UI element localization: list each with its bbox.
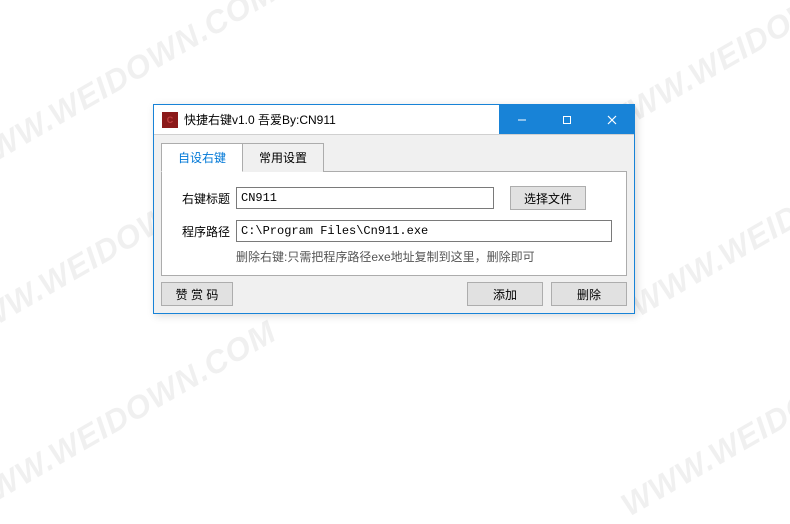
close-button[interactable] [589,105,634,134]
tab-strip: 自设右键 常用设置 [161,143,627,172]
delete-button[interactable]: 删除 [551,282,627,306]
tab-common-settings[interactable]: 常用设置 [242,143,324,172]
minimize-icon [517,115,527,125]
window-controls [499,105,634,134]
reward-code-button[interactable]: 赞 赏 码 [161,282,233,306]
bottom-bar: 赞 赏 码 添加 删除 [161,282,627,306]
tab-custom-rightclick[interactable]: 自设右键 [161,143,243,172]
label-path: 程序路径 [174,223,230,240]
maximize-icon [562,115,572,125]
titlebar[interactable]: C 快捷右键v1.0 吾爱By:CN911 [154,105,634,135]
select-file-button[interactable]: 选择文件 [510,186,586,210]
watermark: WWW.WEIDOWN.COM [625,113,790,324]
label-title: 右键标题 [174,190,230,207]
row-title: 右键标题 选择文件 [174,186,614,210]
hint-text: 删除右键:只需把程序路径exe地址复制到这里，删除即可 [236,248,614,265]
app-window: C 快捷右键v1.0 吾爱By:CN911 自设右键 常用设置 右键标题 选择文… [153,104,635,314]
close-icon [607,115,617,125]
app-icon: C [162,112,178,128]
maximize-button[interactable] [544,105,589,134]
tab-panel: 右键标题 选择文件 程序路径 删除右键:只需把程序路径exe地址复制到这里，删除… [161,171,627,276]
minimize-button[interactable] [499,105,544,134]
add-button[interactable]: 添加 [467,282,543,306]
row-path: 程序路径 [174,220,614,242]
input-program-path[interactable] [236,220,612,242]
watermark: WWW.WEIDOWN.COM [615,313,790,524]
input-rightclick-title[interactable] [236,187,494,209]
watermark: WWW.WEIDOWN.COM [0,313,283,524]
window-title: 快捷右键v1.0 吾爱By:CN911 [184,111,499,128]
client-area: 自设右键 常用设置 右键标题 选择文件 程序路径 删除右键:只需把程序路径exe… [154,135,634,313]
